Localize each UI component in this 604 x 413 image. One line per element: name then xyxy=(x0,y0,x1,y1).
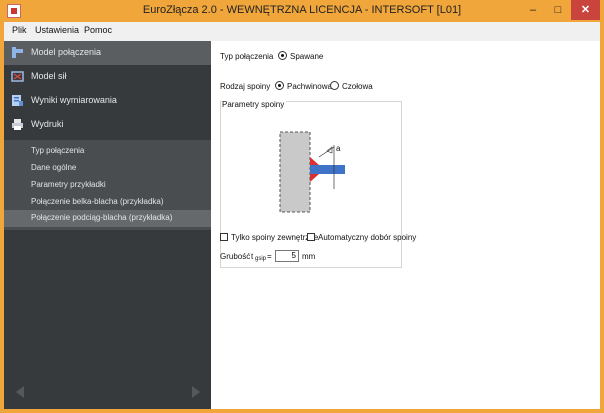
sub-item-cover-plate-params[interactable]: Parametry przykładki xyxy=(4,177,211,194)
thickness-unit: mm xyxy=(302,252,316,261)
weld-diagram: a xyxy=(279,131,345,213)
radio-fillet-label: Pachwinowa xyxy=(287,82,332,91)
thickness-symbol: t xyxy=(251,252,254,261)
radio-welded-label: Spawane xyxy=(290,52,324,61)
nav-item-force-model[interactable]: Model sił xyxy=(4,65,211,89)
auto-weld-checkbox[interactable] xyxy=(307,233,315,241)
printer-icon xyxy=(12,119,23,130)
thickness-label: Grubość xyxy=(220,252,251,261)
sub-label: Połączenie belka-blacha (przykładka) xyxy=(31,197,164,206)
maximize-button[interactable]: □ xyxy=(546,0,570,20)
radio-welded[interactable] xyxy=(278,51,287,60)
nav-label: Wyniki wymiarowania xyxy=(31,95,117,105)
weld-type-label: Rodzaj spoiny xyxy=(220,82,271,91)
nav-label: Model połączenia xyxy=(31,47,102,57)
connection-type-label: Typ połączenia xyxy=(220,52,274,61)
nav-item-results[interactable]: Wyniki wymiarowania xyxy=(4,89,211,113)
outer-welds-label: Tylko spoiny zewnętrzne xyxy=(231,233,319,242)
radio-butt-label: Czołowa xyxy=(342,82,373,91)
window-title: EuroZłącza 2.0 - WEWNĘTRZNA LICENCJA - I… xyxy=(142,4,462,16)
app-window: EuroZłącza 2.0 - WEWNĘTRZNA LICENCJA - I… xyxy=(0,0,604,413)
back-arrow-icon[interactable] xyxy=(16,386,24,398)
main-content: Typ połączenia Spawane Rodzaj spoiny Pac… xyxy=(211,41,600,409)
weld-parameters-group: Parametry spoiny a xyxy=(220,100,402,268)
sub-item-beam-plate[interactable]: Połączenie belka-blacha (przykładka) xyxy=(4,194,211,211)
sidebar: Model połączenia Model sił Wyniki wymiar… xyxy=(4,41,211,409)
nav-label: Model sił xyxy=(31,71,67,81)
outer-welds-checkbox[interactable] xyxy=(220,233,228,241)
menu-file[interactable]: Plik xyxy=(12,25,27,35)
nav-item-connection-model[interactable]: Model połączenia xyxy=(4,41,211,65)
force-model-icon xyxy=(11,71,24,82)
sub-label: Połączenie podciąg-blacha (przykładka) xyxy=(31,213,173,222)
window-bottom-border xyxy=(0,409,604,413)
radio-butt[interactable] xyxy=(330,81,339,90)
sub-item-girder-plate[interactable]: Połączenie podciąg-blacha (przykładka) xyxy=(4,210,211,227)
sub-label: Typ połączenia xyxy=(31,146,85,155)
thickness-equals: = xyxy=(267,252,272,261)
connection-model-icon xyxy=(12,47,23,58)
nav-item-prints[interactable]: Wydruki xyxy=(4,113,211,137)
results-icon xyxy=(12,95,23,106)
thickness-subscript: gsip xyxy=(255,256,267,262)
menu-bar: Plik Ustawienia Pomoc xyxy=(4,22,600,41)
thickness-input[interactable]: 5 xyxy=(275,250,299,262)
menu-help[interactable]: Pomoc xyxy=(84,25,112,35)
nav-label: Wydruki xyxy=(31,119,64,129)
menu-settings[interactable]: Ustawienia xyxy=(35,25,79,35)
auto-weld-label: Automatyczny dobór spoiny xyxy=(318,233,417,242)
sub-label: Parametry przykładki xyxy=(31,180,106,189)
radio-fillet[interactable] xyxy=(275,81,284,90)
sub-item-general-data[interactable]: Dane ogólne xyxy=(4,160,211,177)
forward-arrow-icon[interactable] xyxy=(192,386,200,398)
weld-size-label: a xyxy=(336,144,341,153)
subsection-list: Typ połączenia Dane ogólne Parametry prz… xyxy=(4,140,211,230)
title-bar: EuroZłącza 2.0 - WEWNĘTRZNA LICENCJA - I… xyxy=(0,0,604,22)
close-button[interactable]: ✕ xyxy=(571,0,600,20)
sub-label: Dane ogólne xyxy=(31,163,77,172)
minimize-button[interactable]: – xyxy=(521,0,545,20)
sub-item-connection-type[interactable]: Typ połączenia xyxy=(4,143,211,160)
group-title: Parametry spoiny xyxy=(222,100,287,109)
